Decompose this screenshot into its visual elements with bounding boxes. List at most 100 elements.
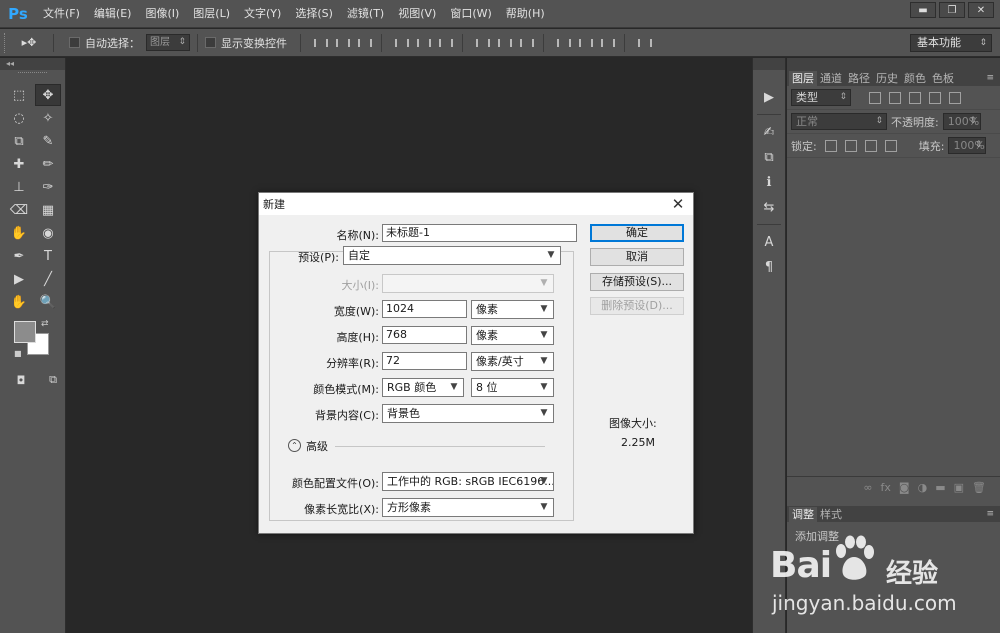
dialog-close-icon[interactable]: ✕: [669, 195, 687, 213]
restore-button[interactable]: ❐: [939, 2, 965, 18]
tab-channels[interactable]: 通道: [817, 71, 845, 86]
eraser-tool-icon[interactable]: ⌫: [6, 199, 32, 221]
menu-edit[interactable]: 编辑(E): [87, 0, 139, 28]
menu-image[interactable]: 图像(I): [138, 0, 186, 28]
cancel-button[interactable]: 取消: [590, 248, 684, 266]
width-input[interactable]: 1024: [382, 300, 467, 318]
tab-styles[interactable]: 样式: [817, 507, 845, 522]
pen-tool-icon[interactable]: ✒: [6, 245, 32, 267]
menu-select[interactable]: 选择(S): [288, 0, 340, 28]
tab-history[interactable]: 历史: [873, 71, 901, 86]
color-mode-dropdown[interactable]: RGB 颜色 ▼: [382, 378, 464, 397]
move-tool-preset[interactable]: ▸✥: [12, 33, 46, 53]
smudge-tool-icon[interactable]: ✋: [6, 222, 32, 244]
filter-shape-icon[interactable]: [929, 91, 941, 104]
foreground-color-swatch[interactable]: [14, 321, 36, 343]
panel-header[interactable]: [787, 58, 1000, 70]
fill-input[interactable]: 100%: [948, 137, 987, 154]
pixel-aspect-dropdown[interactable]: 方形像素 ▼: [382, 498, 554, 517]
line-tool-icon[interactable]: ╱: [35, 268, 61, 290]
paragraph-panel-icon[interactable]: ¶: [753, 256, 785, 278]
zoom-tool-icon[interactable]: 🔍: [35, 291, 61, 313]
tab-paths[interactable]: 路径: [845, 71, 873, 86]
distribute-bottom-icon[interactable]: [518, 36, 534, 50]
menu-view[interactable]: 视图(V): [391, 0, 443, 28]
path-selection-tool-icon[interactable]: ▶: [6, 268, 32, 290]
menu-file[interactable]: 文件(F): [36, 0, 87, 28]
tab-layers[interactable]: 图层: [789, 71, 817, 86]
align-vcenter-icon[interactable]: [334, 36, 350, 50]
menu-window[interactable]: 窗口(W): [443, 0, 498, 28]
dodge-tool-icon[interactable]: ◉: [35, 222, 61, 244]
hand-tool-icon[interactable]: ✋: [6, 291, 32, 313]
add-mask-icon[interactable]: ◙: [899, 481, 910, 494]
color-profile-dropdown[interactable]: 工作中的 RGB: sRGB IEC6196... ▼: [382, 472, 554, 491]
marquee-tool-icon[interactable]: ⬚: [6, 84, 32, 106]
auto-select-dropdown[interactable]: 图层: [146, 34, 190, 51]
align-right-icon[interactable]: [437, 36, 453, 50]
magic-wand-tool-icon[interactable]: ✧: [35, 107, 61, 129]
name-input[interactable]: 未标题-1: [382, 224, 577, 242]
lock-image-icon[interactable]: [844, 139, 857, 152]
lock-all-icon[interactable]: [884, 139, 897, 152]
new-layer-icon[interactable]: ▣: [954, 481, 964, 494]
distribute-hcenter-icon[interactable]: [577, 36, 593, 50]
quick-mask-icon[interactable]: ◘: [12, 373, 30, 387]
menu-help[interactable]: 帮助(H): [499, 0, 552, 28]
brush-tool-icon[interactable]: ✏: [35, 153, 61, 175]
swap-colors-icon[interactable]: ⇄: [41, 319, 49, 329]
lasso-tool-icon[interactable]: ◌: [6, 107, 32, 129]
layer-style-icon[interactable]: fx: [881, 481, 891, 494]
auto-align-icon[interactable]: [636, 36, 652, 50]
adjust-menu-icon[interactable]: ≡: [986, 507, 994, 522]
filter-adjustment-icon[interactable]: [889, 91, 901, 104]
tools-grip[interactable]: [18, 72, 47, 80]
align-left-icon[interactable]: [393, 36, 409, 50]
filter-smart-icon[interactable]: [949, 91, 961, 104]
align-bottom-icon[interactable]: [356, 36, 372, 50]
actions-panel-icon[interactable]: ▶: [753, 86, 785, 108]
ok-button[interactable]: 确定: [590, 224, 684, 242]
lock-transparent-icon[interactable]: [824, 139, 837, 152]
distribute-vcenter-icon[interactable]: [496, 36, 512, 50]
align-top-icon[interactable]: [312, 36, 328, 50]
history-brush-tool-icon[interactable]: ✑: [35, 176, 61, 198]
info-panel-icon[interactable]: ℹ: [753, 171, 785, 193]
eyedropper-tool-icon[interactable]: ✎: [35, 130, 61, 152]
healing-brush-tool-icon[interactable]: ✚: [6, 153, 32, 175]
preset-dropdown[interactable]: 自定 ▼: [343, 246, 561, 265]
tab-color[interactable]: 颜色: [901, 71, 929, 86]
bit-depth-dropdown[interactable]: 8 位 ▼: [471, 378, 554, 397]
close-window-button[interactable]: ✕: [968, 2, 994, 18]
background-dropdown[interactable]: 背景色 ▼: [382, 404, 554, 423]
distribute-left-icon[interactable]: [555, 36, 571, 50]
new-group-icon[interactable]: ▬: [935, 481, 945, 494]
filter-pixel-icon[interactable]: [869, 91, 881, 104]
default-colors-icon[interactable]: ■: [14, 349, 22, 358]
width-unit-dropdown[interactable]: 像素 ▼: [471, 300, 554, 319]
filter-type-icon[interactable]: [909, 91, 921, 104]
character-panel-icon[interactable]: A: [753, 231, 785, 253]
move-tool-icon[interactable]: ✥: [35, 84, 61, 106]
height-input[interactable]: 768: [382, 326, 467, 344]
type-tool-icon[interactable]: T: [35, 245, 61, 267]
dock-header[interactable]: [753, 58, 785, 70]
tools-collapse-icon[interactable]: ◂◂: [0, 58, 65, 70]
auto-select-checkbox[interactable]: [69, 37, 80, 48]
new-adjustment-icon[interactable]: ◑: [918, 481, 928, 494]
link-layers-icon[interactable]: ∞: [863, 481, 872, 494]
tab-swatches[interactable]: 色板: [929, 71, 957, 86]
blend-mode-dropdown[interactable]: 正常: [791, 113, 887, 130]
panel-menu-icon[interactable]: ≡: [986, 71, 994, 86]
distribute-right-icon[interactable]: [599, 36, 615, 50]
align-hcenter-icon[interactable]: [415, 36, 431, 50]
menu-filter[interactable]: 滤镜(T): [340, 0, 391, 28]
menu-layer[interactable]: 图层(L): [186, 0, 237, 28]
menu-type[interactable]: 文字(Y): [237, 0, 288, 28]
height-unit-dropdown[interactable]: 像素 ▼: [471, 326, 554, 345]
minimize-button[interactable]: ▬: [910, 2, 936, 18]
clone-stamp-tool-icon[interactable]: ⊥: [6, 176, 32, 198]
advanced-toggle-icon[interactable]: ⌃: [288, 439, 301, 452]
delete-layer-icon[interactable]: 🗑: [972, 481, 986, 494]
clone-source-icon[interactable]: ⧉: [753, 146, 785, 168]
